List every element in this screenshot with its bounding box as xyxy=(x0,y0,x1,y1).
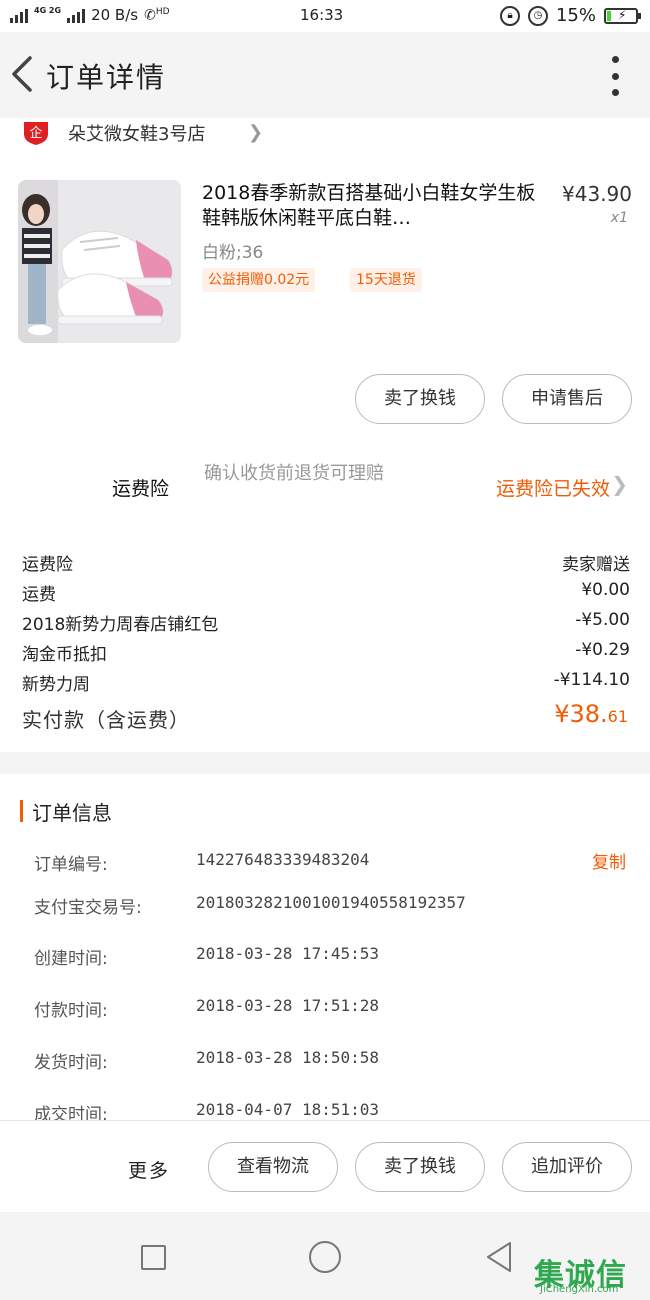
store-enterprise-icon: 企 xyxy=(24,122,48,145)
cost-label: 运费 xyxy=(22,585,56,605)
order-info-title: 订单信息 xyxy=(32,801,112,825)
store-name: 朵艾微女鞋3号店 xyxy=(68,124,206,145)
insurance-description: 确认收货前退货可理赔 xyxy=(204,463,384,484)
status-left: 4G 2G 20 B/s ✆HD xyxy=(10,6,170,24)
info-value: 2018032821001001940558192357 xyxy=(196,893,466,912)
clock: 16:33 xyxy=(300,6,344,24)
alarm-icon: ◷ xyxy=(527,5,548,26)
hd-call-icon: ✆HD xyxy=(144,6,170,24)
product-title[interactable]: 2018春季新款百搭基础小白鞋女学生板鞋韩版休闲鞋平底白鞋… xyxy=(202,181,540,231)
section-accent-bar xyxy=(20,800,23,822)
apply-aftersale-button[interactable]: 申请售后 xyxy=(502,374,632,424)
cost-label: 新势力周 xyxy=(22,675,90,695)
back-arrow-icon[interactable] xyxy=(8,54,38,94)
nav-back-icon[interactable] xyxy=(484,1240,514,1274)
signal-icon-2 xyxy=(67,7,86,23)
info-value: 2018-03-28 18:50:58 xyxy=(196,1048,380,1067)
info-label: 订单编号: xyxy=(34,855,108,875)
add-review-button[interactable]: 追加评价 xyxy=(502,1142,632,1192)
cost-row: 淘金币抵扣 -¥0.29 xyxy=(22,640,630,670)
app-header: 订单详情 xyxy=(0,32,650,118)
info-row-order-number: 订单编号: 142276483339483204 xyxy=(34,850,634,878)
battery-icon: ⚡ xyxy=(604,7,641,24)
sell-item-button[interactable]: 卖了换钱 xyxy=(355,374,485,424)
product-price: ¥43.90 xyxy=(562,182,632,206)
cost-label: 淘金币抵扣 xyxy=(22,645,107,665)
info-value: 2018-03-28 17:51:28 xyxy=(196,996,380,1015)
info-label: 创建时间: xyxy=(34,949,108,969)
view-logistics-button[interactable]: 查看物流 xyxy=(208,1142,338,1192)
network-speed: 20 B/s xyxy=(91,6,139,24)
page-title: 订单详情 xyxy=(46,61,167,94)
cost-label: 2018新势力周春店铺红包 xyxy=(22,615,219,635)
chevron-right-icon: ❯ xyxy=(248,122,264,143)
store-row[interactable]: 企 朵艾微女鞋3号店 ❯ xyxy=(0,118,650,148)
cost-value: -¥114.10 xyxy=(553,670,630,690)
cost-row: 运费 ¥0.00 xyxy=(22,580,630,610)
section-divider xyxy=(0,752,650,774)
watermark-url: JiChengXin.com xyxy=(540,1284,619,1295)
svg-text:企: 企 xyxy=(29,125,42,141)
info-label: 支付宝交易号: xyxy=(34,898,142,918)
info-value: 2018-04-07 18:51:03 xyxy=(196,1100,380,1119)
recent-apps-icon[interactable] xyxy=(141,1245,166,1270)
cost-value: 卖家赠送 xyxy=(562,555,630,575)
paid-label: 实付款（含运费） xyxy=(22,708,190,732)
insurance-label: 运费险 xyxy=(112,478,170,500)
network-type: 4G 2G xyxy=(34,5,62,15)
insurance-status[interactable]: 运费险已失效 xyxy=(496,474,610,501)
product-photo xyxy=(18,180,181,343)
info-value: 142276483339483204 xyxy=(196,850,370,869)
cost-value: -¥0.29 xyxy=(575,640,630,660)
info-row-alipay-number: 支付宝交易号: 2018032821001001940558192357 xyxy=(34,893,634,921)
more-actions-button[interactable]: 更多 xyxy=(128,1156,170,1183)
chevron-right-icon: ❯ xyxy=(611,472,628,496)
info-row-shipped: 发货时间: 2018-03-28 18:50:58 xyxy=(34,1048,634,1076)
cost-value: -¥5.00 xyxy=(575,610,630,630)
lock-rotation-icon: 🔒︎ xyxy=(499,5,520,26)
battery-percent: 15% xyxy=(555,5,596,26)
cost-row: 2018新势力周春店铺红包 -¥5.00 xyxy=(22,610,630,640)
return-policy-tag: 15天退货 xyxy=(350,268,422,292)
product-image[interactable] xyxy=(18,180,181,343)
signal-icon xyxy=(10,7,28,23)
info-row-created: 创建时间: 2018-03-28 17:45:53 xyxy=(34,944,634,972)
status-bar: 4G 2G 20 B/s ✆HD 16:33 🔒︎ ◷ 15% ⚡ xyxy=(0,0,650,32)
cost-row: 新势力周 -¥114.10 xyxy=(22,670,630,700)
cost-label: 运费险 xyxy=(22,555,73,575)
status-right: 🔒︎ ◷ 15% ⚡ xyxy=(499,5,641,26)
info-value: 2018-03-28 17:45:53 xyxy=(196,944,380,963)
info-label: 付款时间: xyxy=(34,1001,108,1021)
product-quantity: x1 xyxy=(610,210,628,226)
cost-value: ¥0.00 xyxy=(581,580,630,600)
battery-fill xyxy=(607,10,611,21)
more-options-icon[interactable] xyxy=(610,56,620,96)
charging-icon: ⚡ xyxy=(618,7,627,22)
watermark: 集诚信 JiChengXin.com xyxy=(534,1250,646,1298)
product-sku: 白粉;36 xyxy=(202,243,264,263)
home-icon[interactable] xyxy=(309,1241,341,1273)
sell-order-button[interactable]: 卖了换钱 xyxy=(355,1142,485,1192)
paid-amount: ¥38.61 xyxy=(554,700,628,728)
info-row-paid: 付款时间: 2018-03-28 17:51:28 xyxy=(34,996,634,1024)
charity-tag: 公益捐赠0.02元 xyxy=(202,268,316,292)
cost-row: 运费险 卖家赠送 xyxy=(22,550,630,580)
info-label: 发货时间: xyxy=(34,1053,108,1073)
